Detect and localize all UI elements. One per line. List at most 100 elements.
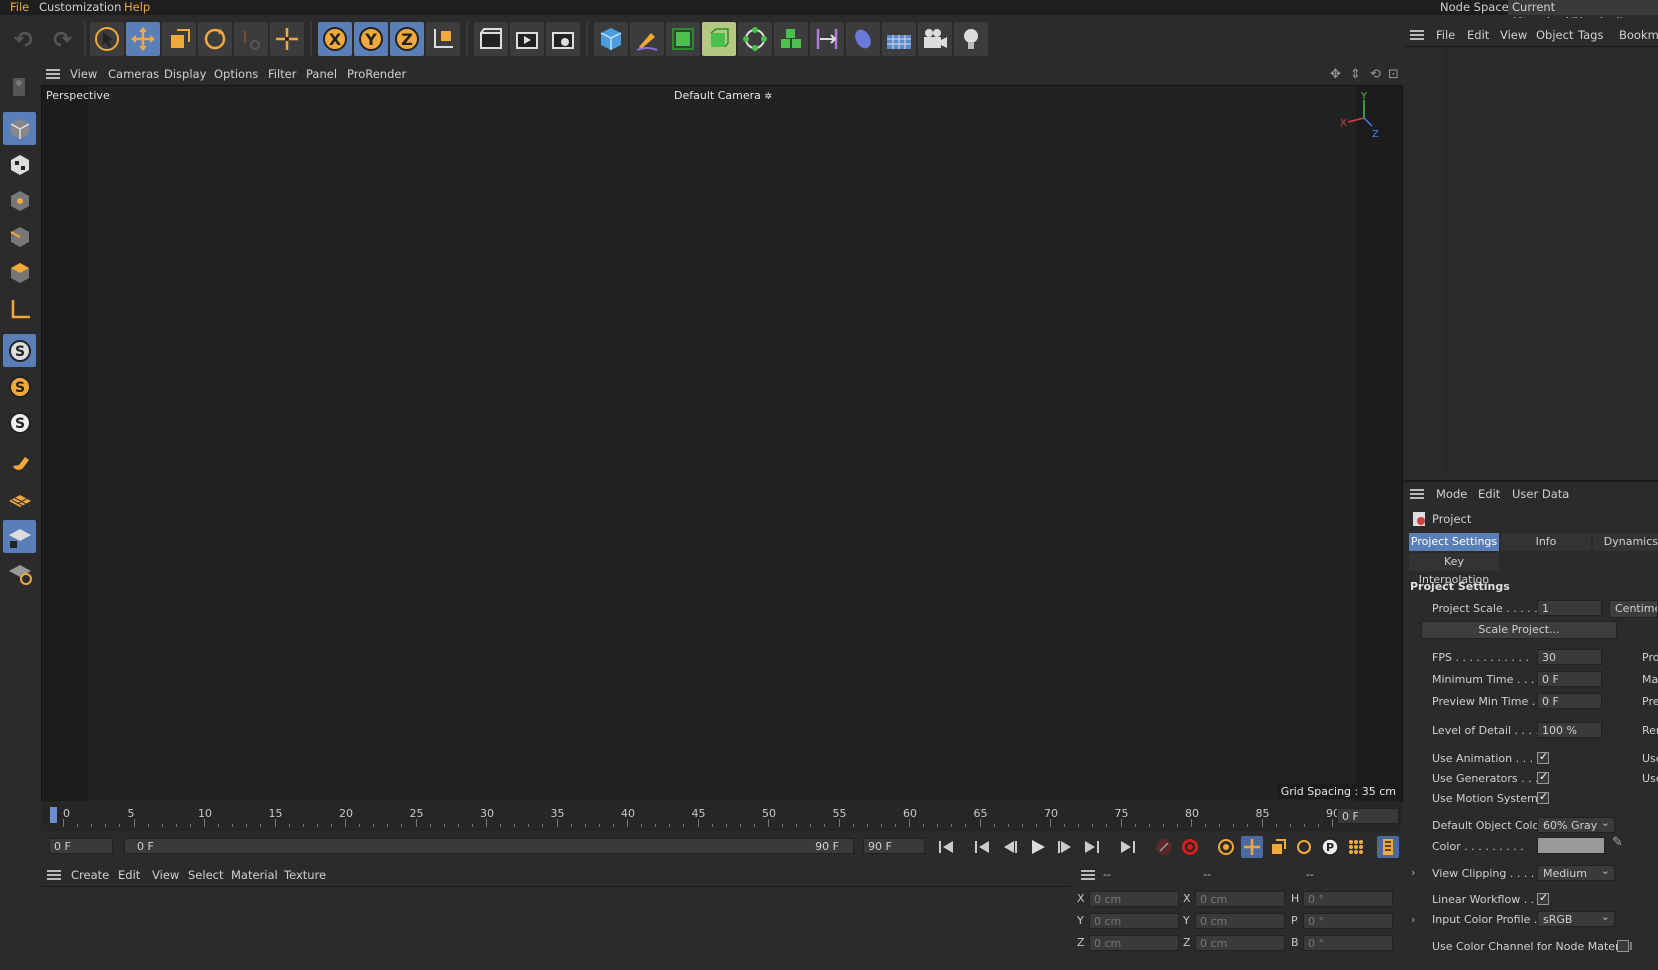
om-menu-tags[interactable]: Tags (1578, 24, 1603, 46)
previous-key-icon[interactable] (971, 836, 993, 858)
key-rotation-icon[interactable] (1293, 836, 1315, 858)
workplane-icon[interactable] (3, 484, 36, 517)
om-menu-object[interactable]: Object (1536, 24, 1573, 46)
tab-key-interpolation[interactable]: Key Interpolation (1409, 553, 1499, 586)
rotation-p-field[interactable]: 0 ° (1303, 913, 1393, 929)
cube-icon[interactable] (594, 22, 628, 56)
current-frame-field[interactable]: 0 F (1337, 808, 1399, 824)
render-view-icon[interactable] (474, 22, 508, 56)
node-space-dropdown[interactable]: Current (Standard/Physical) (1508, 0, 1658, 29)
end-frame-field[interactable]: 90 F (863, 838, 925, 854)
cloner-icon[interactable] (738, 22, 772, 56)
viewport-menu-cameras[interactable]: Cameras (108, 63, 159, 85)
go-to-end-icon[interactable] (1117, 836, 1139, 858)
position-z-field[interactable]: 0 cm (1089, 935, 1179, 951)
attr-menu-user-data[interactable]: User Data (1512, 483, 1569, 505)
subdivision-icon[interactable] (666, 22, 700, 56)
material-menu-select[interactable]: Select (188, 864, 223, 886)
points-mode-icon[interactable] (3, 184, 36, 217)
start-frame-field[interactable]: 0 F (49, 838, 113, 854)
floor-icon[interactable] (882, 22, 916, 56)
deformer-icon[interactable] (810, 22, 844, 56)
material-menu-create[interactable]: Create (71, 864, 109, 886)
scale-project-button[interactable]: Scale Project... (1421, 621, 1617, 639)
soft-selection-icon[interactable]: S (3, 370, 36, 403)
input-color-profile-expand-icon[interactable]: › (1411, 913, 1415, 926)
z-axis-icon[interactable]: Z (390, 22, 424, 56)
viewport-rotate-icon[interactable]: ⟲ (1370, 67, 1381, 82)
material-menu-view[interactable]: View (152, 864, 179, 886)
timeline-ruler[interactable]: 0 5 10 15 20 25 30 35 40 45 50 55 60 65 70 75 80 85 90 0 F (41, 801, 1401, 831)
viewport-menu-options[interactable]: Options (214, 63, 258, 85)
coords-hamburger-icon[interactable] (1081, 870, 1095, 880)
viewport-move-icon[interactable]: ✥ (1330, 67, 1341, 82)
tab-dynamics[interactable]: Dynamics (1593, 533, 1658, 551)
previous-frame-icon[interactable] (999, 836, 1021, 858)
use-motion-system-checkbox[interactable] (1537, 790, 1549, 804)
object-manager-list[interactable] (1404, 46, 1658, 477)
project-scale-field[interactable]: 1 (1537, 600, 1602, 616)
planar-workplane-icon[interactable] (3, 556, 36, 589)
next-key-icon[interactable] (1081, 836, 1103, 858)
attr-menu-edit[interactable]: Edit (1478, 483, 1500, 505)
array-icon[interactable] (774, 22, 808, 56)
rotation-b-field[interactable]: 0 ° (1303, 935, 1393, 951)
autokey-icon[interactable] (1179, 836, 1201, 858)
input-color-profile-dropdown[interactable]: sRGB (1537, 909, 1615, 927)
tab-project-settings[interactable]: Project Settings (1409, 533, 1499, 551)
play-icon[interactable] (1027, 836, 1049, 858)
om-menu-bookmarks[interactable]: Bookma (1619, 24, 1658, 46)
view-clipping-dropdown[interactable]: Medium (1537, 863, 1615, 881)
timeline-icon[interactable] (1377, 836, 1399, 858)
rotation-h-field[interactable]: 0 ° (1303, 891, 1393, 907)
key-position-icon[interactable] (1241, 836, 1263, 858)
view-clipping-expand-icon[interactable]: › (1411, 866, 1415, 879)
use-color-channel-checkbox[interactable] (1617, 940, 1629, 952)
om-menu-edit[interactable]: Edit (1467, 24, 1489, 46)
linear-workflow-checkbox[interactable] (1537, 891, 1549, 905)
eyedropper-icon[interactable]: ✎ (1612, 835, 1623, 850)
coordinate-system-icon[interactable] (426, 22, 460, 56)
perspective-viewport[interactable]: Perspective Default Camera ✲ Y X Z Grid … (41, 85, 1403, 802)
project-scale-unit-dropdown[interactable]: Centime (1609, 600, 1658, 618)
om-menu-view[interactable]: View (1500, 24, 1527, 46)
viewport-menu-filter[interactable]: Filter (268, 63, 296, 85)
y-axis-icon[interactable]: Y (354, 22, 388, 56)
move-icon[interactable] (126, 22, 160, 56)
model-mode-icon[interactable] (3, 112, 36, 145)
camera-icon[interactable] (918, 22, 952, 56)
record-active-icon[interactable] (1153, 836, 1175, 858)
redo-icon[interactable] (44, 22, 78, 56)
attr-menu-mode[interactable]: Mode (1436, 483, 1467, 505)
light-icon[interactable] (954, 22, 988, 56)
key-scale-icon[interactable] (1267, 836, 1289, 858)
polygons-mode-icon[interactable] (3, 256, 36, 289)
material-menu-texture[interactable]: Texture (284, 864, 326, 886)
viewport-camera-label[interactable]: Default Camera ✲ (674, 89, 772, 102)
live-selection-icon[interactable] (270, 22, 304, 56)
menu-help[interactable]: Help (124, 0, 150, 15)
timeline-playhead[interactable] (50, 807, 57, 823)
viewport-hamburger-icon[interactable] (46, 69, 60, 79)
position-y-field[interactable]: 0 cm (1089, 913, 1179, 929)
tab-info[interactable]: Info (1501, 533, 1591, 551)
make-editable-icon[interactable] (3, 70, 36, 103)
x-axis-icon[interactable]: X (318, 22, 352, 56)
preview-min-time-field[interactable]: 0 F (1537, 693, 1602, 709)
snap-icon[interactable]: S (3, 334, 36, 367)
preview-range-slider[interactable]: 0 F 90 F (124, 838, 854, 854)
default-object-color-dropdown[interactable]: 60% Gray (1537, 815, 1615, 833)
attributes-hamburger-icon[interactable] (1410, 489, 1424, 499)
key-pla-icon[interactable] (1345, 836, 1367, 858)
material-list-area[interactable] (41, 886, 1071, 970)
position-x-field[interactable]: 0 cm (1089, 891, 1179, 907)
color-swatch[interactable] (1537, 837, 1605, 854)
rotate-icon[interactable] (198, 22, 232, 56)
object-manager-hamburger-icon[interactable] (1410, 30, 1424, 40)
go-to-start-icon[interactable] (935, 836, 957, 858)
menu-file[interactable]: File (10, 0, 29, 15)
render-picture-viewer-icon[interactable] (510, 22, 544, 56)
key-parameter-icon[interactable]: P (1319, 836, 1341, 858)
viewport-zoom-icon[interactable]: ⇕ (1350, 67, 1361, 82)
viewport-menu-panel[interactable]: Panel (306, 63, 337, 85)
